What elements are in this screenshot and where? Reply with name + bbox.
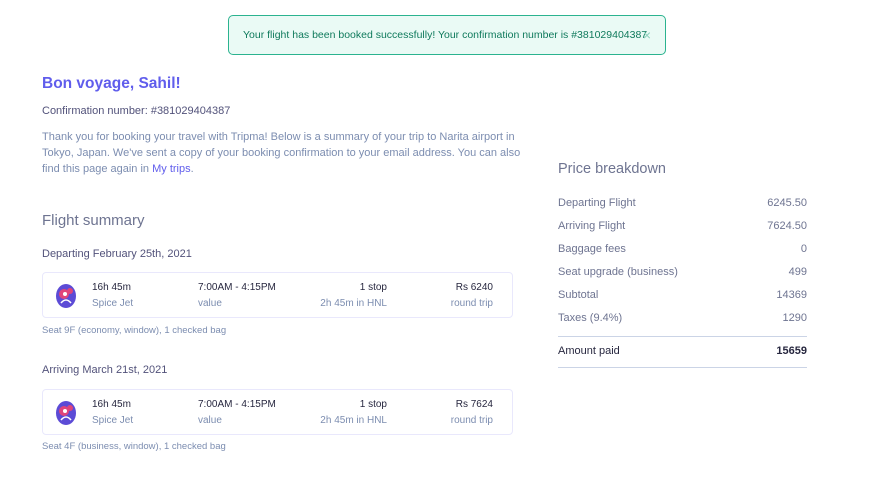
price-row: Subtotal 14369 bbox=[558, 289, 807, 301]
price-value: 14369 bbox=[776, 289, 807, 301]
airline-name: Spice Jet bbox=[92, 415, 134, 426]
price-label: Departing Flight bbox=[558, 197, 636, 209]
amount-paid-label: Amount paid bbox=[558, 345, 620, 357]
flight-times-sub: value bbox=[198, 415, 222, 426]
flight-price: Rs 6240 bbox=[455, 282, 493, 293]
price-label: Baggage fees bbox=[558, 243, 626, 255]
flight-summary-title: Flight summary bbox=[42, 212, 145, 229]
close-icon[interactable]: × bbox=[643, 27, 651, 43]
arriving-seat-note: Seat 4F (business, window), 1 checked ba… bbox=[42, 441, 226, 452]
price-label: Arriving Flight bbox=[558, 220, 626, 232]
airline-logo-icon bbox=[56, 401, 76, 425]
flight-times: 7:00AM - 4:15PM bbox=[198, 399, 276, 410]
price-value: 0 bbox=[800, 243, 807, 255]
price-row: Seat upgrade (business) 499 bbox=[558, 266, 807, 278]
intro-text: Thank you for booking your travel with T… bbox=[42, 131, 521, 175]
airline-name: Spice Jet bbox=[92, 298, 134, 309]
flight-times: 7:00AM - 4:15PM bbox=[198, 282, 276, 293]
arriving-flight-card[interactable]: 16h 45m Spice Jet 7:00AM - 4:15PM value … bbox=[42, 389, 513, 435]
flight-layover: 2h 45m in HNL bbox=[320, 298, 387, 309]
price-value: 7624.50 bbox=[767, 220, 807, 232]
flight-stops: 1 stop bbox=[359, 282, 387, 293]
amount-paid-row: Amount paid 15659 bbox=[558, 345, 807, 357]
flight-layover: 2h 45m in HNL bbox=[320, 415, 387, 426]
departing-seat-note: Seat 9F (economy, window), 1 checked bag bbox=[42, 325, 227, 336]
arriving-heading: Arriving March 21st, 2021 bbox=[42, 364, 168, 376]
price-row: Arriving Flight 7624.50 bbox=[558, 220, 807, 232]
flight-duration: 16h 45m bbox=[92, 399, 131, 410]
price-value: 1290 bbox=[782, 312, 807, 324]
success-toast: Your flight has been booked successfully… bbox=[228, 15, 666, 55]
price-row: Baggage fees 0 bbox=[558, 243, 807, 255]
trip-type: round trip bbox=[450, 298, 493, 309]
my-trips-link[interactable]: My trips bbox=[152, 163, 191, 175]
price-row: Taxes (9.4%) 1290 bbox=[558, 312, 807, 324]
toast-message: Your flight has been booked successfully… bbox=[243, 29, 648, 41]
amount-paid-value: 15659 bbox=[776, 345, 807, 357]
price-label: Taxes (9.4%) bbox=[558, 312, 623, 324]
divider bbox=[558, 367, 807, 368]
flight-price: Rs 7624 bbox=[455, 399, 493, 410]
trip-type: round trip bbox=[450, 415, 493, 426]
departing-heading: Departing February 25th, 2021 bbox=[42, 248, 192, 260]
price-row: Departing Flight 6245.50 bbox=[558, 197, 807, 209]
page-title: Bon voyage, Sahil! bbox=[42, 75, 181, 92]
intro-end: . bbox=[190, 163, 194, 175]
confirmation-number: Confirmation number: #381029404387 bbox=[42, 105, 231, 117]
departing-flight-card[interactable]: 16h 45m Spice Jet 7:00AM - 4:15PM value … bbox=[42, 272, 513, 318]
price-breakdown-title: Price breakdown bbox=[558, 161, 666, 177]
flight-stops: 1 stop bbox=[359, 399, 387, 410]
flight-duration: 16h 45m bbox=[92, 282, 131, 293]
price-value: 499 bbox=[788, 266, 807, 278]
airline-logo-icon bbox=[56, 284, 76, 308]
price-label: Subtotal bbox=[558, 289, 599, 301]
price-label: Seat upgrade (business) bbox=[558, 266, 678, 278]
divider bbox=[558, 336, 807, 337]
price-value: 6245.50 bbox=[767, 197, 807, 209]
flight-times-sub: value bbox=[198, 298, 222, 309]
intro-paragraph: Thank you for booking your travel with T… bbox=[42, 129, 522, 177]
